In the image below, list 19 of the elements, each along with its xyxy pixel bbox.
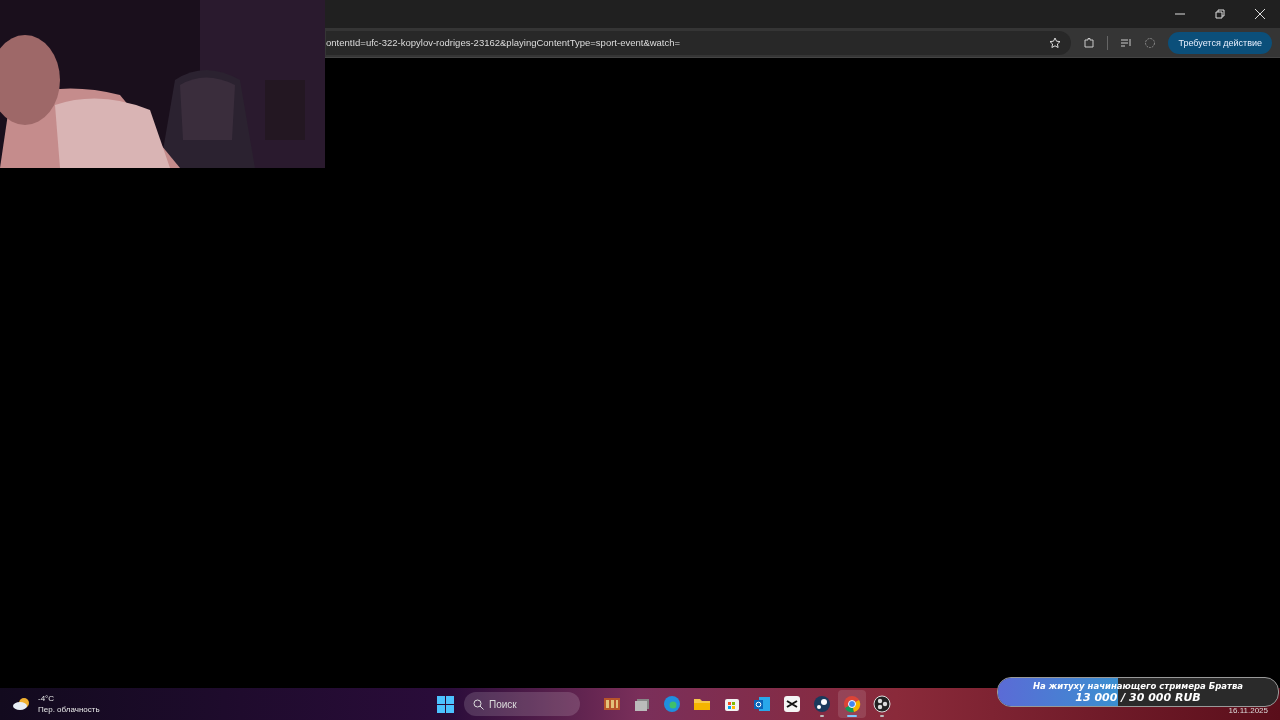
- media-control-icon[interactable]: [1120, 36, 1133, 49]
- temperature-text: -4°C: [38, 693, 56, 704]
- mail-icon: [752, 694, 772, 714]
- extensions-icon[interactable]: [1083, 36, 1096, 49]
- search-icon: [473, 699, 484, 710]
- restore-icon[interactable]: [1215, 9, 1225, 19]
- url-text: ontentId=ufc-322-kopylov-rodriges-23162&playingContentType=sport-event&watch=: [326, 37, 681, 48]
- close-icon[interactable]: [1255, 9, 1265, 19]
- action-required-button[interactable]: Требуется действие: [1168, 31, 1272, 54]
- date-text: 16.11.2025: [1228, 705, 1268, 715]
- chrome-icon: [842, 694, 862, 714]
- editor-icon: [782, 694, 802, 714]
- start-icon[interactable]: [437, 695, 454, 713]
- bookmark-star-icon[interactable]: [1049, 36, 1062, 49]
- partly-cloudy-icon[interactable]: [12, 695, 32, 713]
- donation-goal-amount: 13 000 / 30 000 RUB: [1075, 692, 1201, 704]
- address-bar[interactable]: ontentId=ufc-322-kopylov-rodriges-23162&playingContentType=sport-event&watch=: [326, 30, 1072, 55]
- browser-icon: [662, 694, 682, 714]
- weather-condition-text: Пер. облачность: [38, 704, 100, 715]
